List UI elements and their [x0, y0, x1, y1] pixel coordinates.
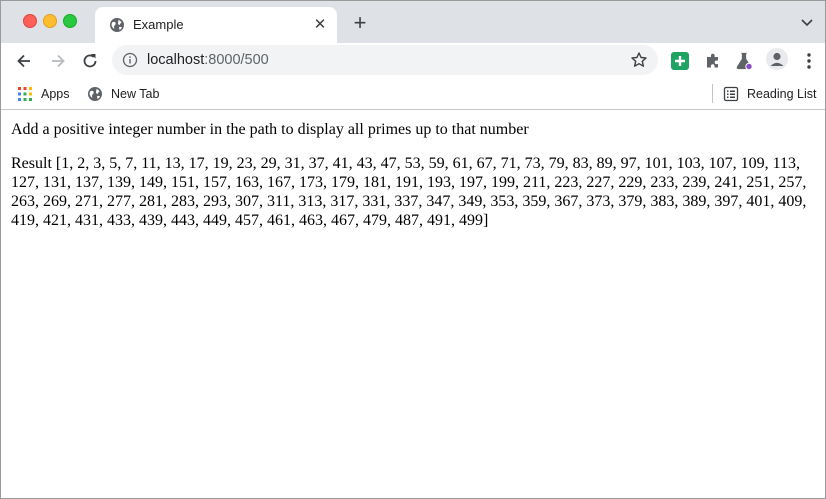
extensions-puzzle-icon[interactable] [703, 51, 723, 71]
new-tab-icon[interactable]: + [349, 12, 371, 34]
toolbar: localhost:8000/500 [1, 43, 825, 79]
tab-title: Example [133, 17, 184, 32]
page-content: Add a positive integer number in the pat… [1, 110, 825, 498]
bookmark-label: Apps [41, 87, 70, 101]
tab-strip: Example ✕ + [1, 1, 825, 43]
window-maximize-button[interactable] [63, 14, 77, 28]
add-extension-icon[interactable] [670, 51, 690, 71]
back-arrow-icon[interactable] [14, 51, 34, 71]
reading-list-label: Reading List [747, 87, 817, 101]
reading-list-button[interactable]: Reading List [723, 84, 823, 104]
url-text[interactable]: localhost:8000/500 [147, 51, 269, 69]
tab-example[interactable]: Example ✕ [95, 7, 337, 43]
bookmarks-divider [712, 84, 713, 103]
close-tab-icon[interactable]: ✕ [311, 16, 329, 34]
address-bar[interactable]: localhost:8000/500 [112, 45, 658, 75]
reading-list-icon [723, 86, 739, 102]
info-icon[interactable] [122, 52, 138, 68]
person-icon [770, 52, 784, 66]
bookmark-star-icon[interactable] [630, 51, 648, 69]
url-host: localhost [147, 52, 205, 68]
window-minimize-button[interactable] [43, 14, 57, 28]
primes-result: Result [1, 2, 3, 5, 7, 11, 13, 17, 19, 2… [11, 155, 807, 229]
globe-icon [88, 87, 102, 101]
forward-arrow-icon[interactable] [48, 51, 68, 71]
browser-window: Example ✕ + localhost:8000/500 Apps New … [0, 0, 826, 499]
bookmarks-bar: Apps New Tab Reading List [1, 79, 825, 110]
globe-icon [110, 18, 124, 32]
url-path: :8000/500 [204, 52, 269, 68]
chevron-down-icon[interactable] [799, 14, 815, 30]
more-menu-icon[interactable] [801, 51, 817, 71]
bookmark-label: New Tab [111, 87, 160, 101]
page-instruction: Add a positive integer number in the pat… [11, 121, 529, 138]
reload-icon[interactable] [80, 51, 100, 71]
apps-grid-icon [18, 87, 32, 101]
profile-avatar[interactable] [766, 48, 788, 70]
labs-flask-icon[interactable] [734, 51, 754, 71]
window-close-button[interactable] [23, 14, 37, 28]
